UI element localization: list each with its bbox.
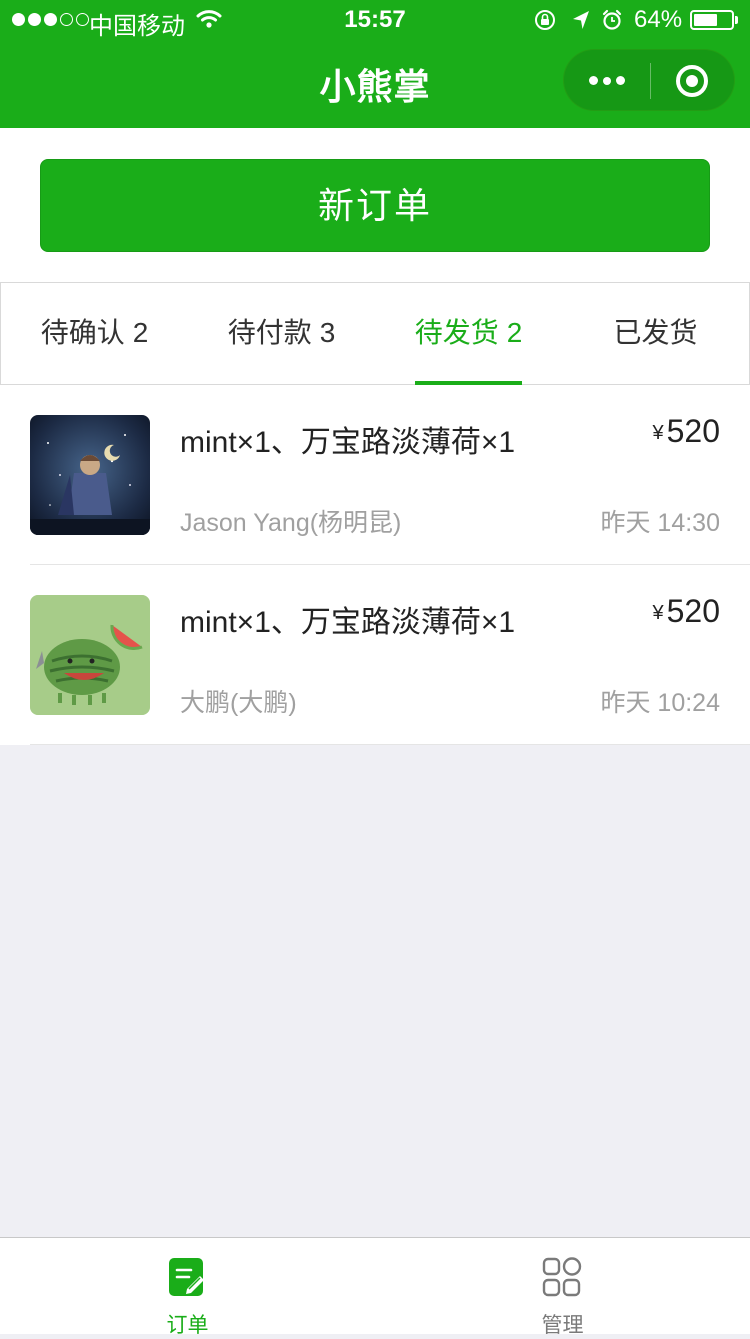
order-status-tabs: 待确认 2 待付款 3 待发货 2 已发货 <box>0 282 750 385</box>
new-order-section: 新订单 <box>0 128 750 282</box>
location-icon <box>573 11 589 29</box>
battery-tip <box>735 16 738 24</box>
close-button[interactable] <box>650 50 736 112</box>
tabbar-item-manage[interactable]: 管理 <box>375 1238 750 1337</box>
tab-shipped[interactable]: 已发货 <box>562 283 749 384</box>
avatar <box>30 415 150 535</box>
status-icons <box>534 9 630 38</box>
new-order-button[interactable]: 新订单 <box>40 159 710 252</box>
grid-icon <box>542 1256 582 1298</box>
order-time: 昨天 14:30 <box>600 509 720 537</box>
battery-icon <box>690 10 734 30</box>
customer-name: Jason Yang(杨明昆) <box>180 509 402 537</box>
battery-level <box>694 14 718 26</box>
battery-percent: 64% <box>634 6 683 33</box>
order-price: ¥520 <box>652 593 720 630</box>
more-button[interactable] <box>564 50 650 112</box>
tabbar-label: 管理 <box>541 1314 584 1337</box>
avatar <box>30 595 150 715</box>
rotation-lock-icon <box>535 10 555 30</box>
tab-pending-shipment[interactable]: 待发货 2 <box>375 283 562 385</box>
list-item[interactable]: mint×1、万宝路淡薄荷×1 ¥520 Jason Yang(杨明昆) 昨天 … <box>0 385 750 565</box>
tab-pending-payment[interactable]: 待付款 3 <box>188 283 375 384</box>
tab-label: 已发货 <box>613 317 698 348</box>
tab-count: 3 <box>319 317 336 348</box>
currency-symbol: ¥ <box>652 602 664 624</box>
status-bar: 中国移动 15:57 64% <box>0 0 750 40</box>
order-time: 昨天 10:24 <box>600 689 720 717</box>
tabbar-label: 订单 <box>166 1314 209 1337</box>
capsule-menu <box>563 49 735 111</box>
price-value: 520 <box>666 593 720 629</box>
bottom-tabbar: 订单 管理 <box>0 1237 750 1337</box>
order-price: ¥520 <box>652 413 720 450</box>
tab-count: 2 <box>132 317 149 348</box>
header: 中国移动 15:57 64% 小熊掌 <box>0 0 750 128</box>
order-list: mint×1、万宝路淡薄荷×1 ¥520 Jason Yang(杨明昆) 昨天 … <box>0 385 750 745</box>
price-value: 520 <box>666 413 720 449</box>
tab-label: 待确认 <box>40 317 125 348</box>
tab-label: 待发货 <box>414 317 499 348</box>
tab-count: 2 <box>506 317 523 348</box>
order-items: mint×1、万宝路淡薄荷×1 <box>180 606 516 639</box>
tab-label: 待付款 <box>227 317 312 348</box>
list-item[interactable]: mint×1、万宝路淡薄荷×1 ¥520 大鹏(大鹏) 昨天 10:24 <box>0 565 750 745</box>
order-icon <box>167 1256 207 1298</box>
tabbar-item-orders[interactable]: 订单 <box>0 1238 375 1337</box>
currency-symbol: ¥ <box>652 422 664 444</box>
customer-name: 大鹏(大鹏) <box>180 689 297 717</box>
tab-pending-confirm[interactable]: 待确认 2 <box>1 283 188 384</box>
order-items: mint×1、万宝路淡薄荷×1 <box>180 426 516 459</box>
alarm-icon <box>602 9 622 30</box>
